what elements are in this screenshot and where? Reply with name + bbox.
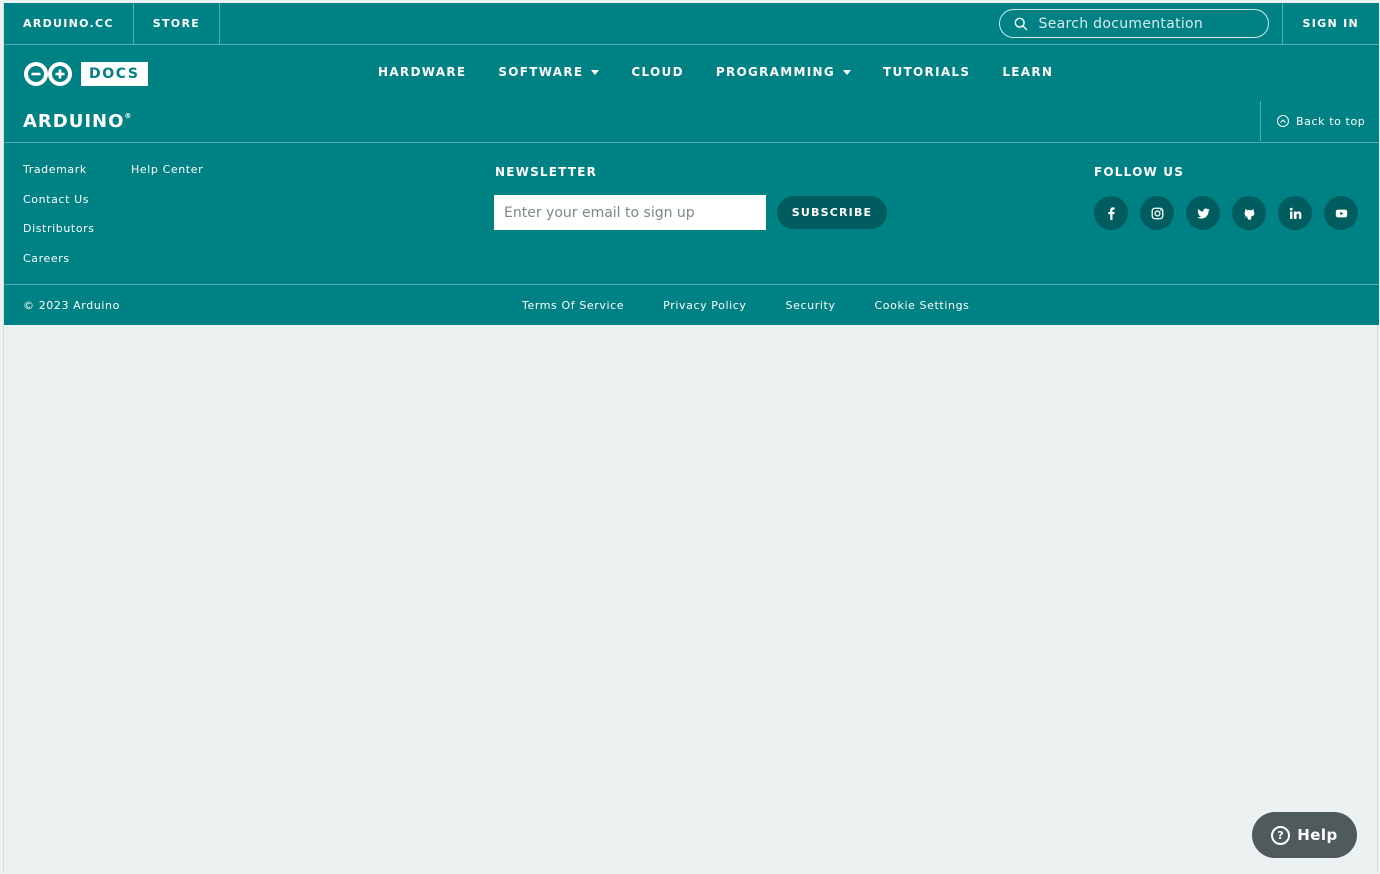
follow-us-title: FOLLOW US (1094, 165, 1185, 179)
nav-items: HARDWARE SOFTWARE CLOUD PROGRAMMING TUTO… (378, 65, 1085, 79)
search-icon (1014, 17, 1027, 30)
chevron-down-icon (843, 69, 852, 75)
nav-item-hardware[interactable]: HARDWARE (378, 65, 466, 79)
footer-main: Trademark Help Center Contact Us Distrib… (4, 143, 1379, 285)
security-link[interactable]: Security (786, 299, 836, 312)
distributors-link[interactable]: Distributors (23, 222, 95, 235)
nav-item-cloud[interactable]: CLOUD (631, 65, 683, 79)
twitter-icon[interactable] (1186, 196, 1220, 230)
nav-item-programming[interactable]: PROGRAMMING (716, 65, 852, 79)
page-frame: ARDUINO.CC STORE Search documentation SI… (3, 3, 1379, 873)
copyright-text: © 2023 Arduino (23, 299, 120, 312)
search-placeholder: Search documentation (1038, 15, 1204, 32)
nav-item-learn[interactable]: LEARN (1002, 65, 1053, 79)
footer-brand-row: ARDUINO® Back to top (4, 101, 1379, 143)
email-field[interactable] (494, 195, 766, 230)
arduino-wordmark: ARDUINO® (23, 111, 133, 132)
nav-item-tutorials[interactable]: TUTORIALS (883, 65, 970, 79)
help-center-link[interactable]: Help Center (131, 163, 203, 176)
help-button[interactable]: ? Help (1252, 812, 1357, 858)
top-bar: ARDUINO.CC STORE Search documentation SI… (4, 3, 1379, 45)
privacy-policy-link[interactable]: Privacy Policy (663, 299, 746, 312)
question-icon: ? (1271, 825, 1291, 845)
docs-logo[interactable]: DOCS (23, 61, 148, 87)
youtube-icon[interactable] (1324, 196, 1358, 230)
instagram-icon[interactable] (1140, 196, 1174, 230)
arduino-logo-icon (24, 62, 72, 86)
legal-links: Terms Of Service Privacy Policy Security… (522, 299, 1008, 312)
contact-us-link[interactable]: Contact Us (23, 193, 89, 206)
careers-link[interactable]: Careers (23, 252, 70, 265)
chevron-down-icon (591, 69, 600, 75)
subscribe-button[interactable]: SUBSCRIBE (777, 196, 887, 229)
linkedin-icon[interactable] (1278, 196, 1312, 230)
github-icon[interactable] (1232, 196, 1266, 230)
store-link[interactable]: STORE (134, 3, 221, 44)
cookie-settings-link[interactable]: Cookie Settings (875, 299, 970, 312)
social-links (1094, 196, 1358, 230)
sign-in-button[interactable]: SIGN IN (1281, 3, 1379, 44)
chevron-up-icon (1277, 115, 1289, 127)
arduino-cc-link[interactable]: ARDUINO.CC (4, 3, 134, 44)
newsletter-title: NEWSLETTER (495, 165, 598, 179)
trademark-link[interactable]: Trademark (23, 163, 87, 176)
nav-item-software[interactable]: SOFTWARE (498, 65, 600, 79)
docs-label: DOCS (81, 62, 148, 86)
terms-of-service-link[interactable]: Terms Of Service (522, 299, 624, 312)
search-input[interactable]: Search documentation (998, 9, 1269, 38)
facebook-icon[interactable] (1094, 196, 1128, 230)
main-nav: DOCS HARDWARE SOFTWARE CLOUD PROGRAMMING… (4, 45, 1379, 101)
back-to-top-button[interactable]: Back to top (1260, 101, 1379, 141)
footer-bottom: © 2023 Arduino Terms Of Service Privacy … (4, 285, 1379, 325)
